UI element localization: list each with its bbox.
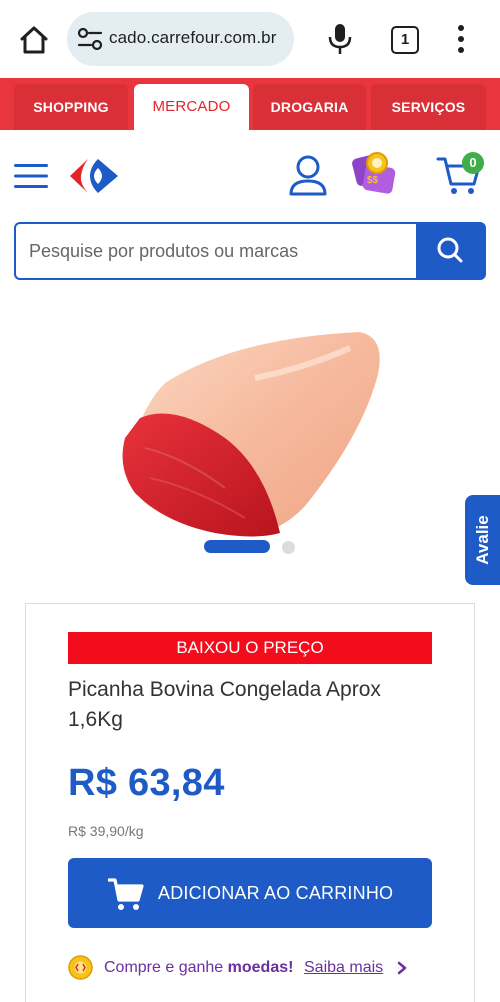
learn-more-link[interactable]: Saiba mais bbox=[304, 959, 383, 977]
carrefour-logo[interactable] bbox=[68, 157, 120, 195]
search-icon bbox=[437, 237, 463, 263]
coins-promo-prefix: Compre e ganhe bbox=[104, 959, 228, 976]
feedback-tab[interactable]: Avalie bbox=[465, 495, 500, 585]
user-icon[interactable] bbox=[288, 154, 328, 196]
url-text: cado.carrefour.com.br bbox=[109, 28, 277, 47]
home-icon[interactable] bbox=[16, 22, 52, 58]
product-price: R$ 63,84 bbox=[68, 762, 225, 804]
coin-icon bbox=[68, 955, 93, 980]
search-input[interactable] bbox=[14, 222, 418, 280]
mic-icon[interactable] bbox=[326, 22, 354, 56]
hamburger-icon[interactable] bbox=[14, 163, 48, 189]
promo-badge: BAIXOU O PREÇO bbox=[68, 632, 432, 664]
price-per-kg: R$ 39,90/kg bbox=[68, 823, 144, 839]
chevron-right-icon[interactable] bbox=[396, 961, 408, 975]
coins-promo: Compre e ganhe moedas! Saiba mais bbox=[68, 955, 448, 981]
coins-promo-bold: moedas! bbox=[227, 959, 294, 976]
feedback-tab-label: Avalie bbox=[473, 515, 492, 565]
tabs-icon[interactable]: 1 bbox=[391, 26, 419, 54]
svg-text:$$: $$ bbox=[367, 175, 379, 186]
coins-icon[interactable]: $$ bbox=[352, 150, 398, 196]
carousel-dot[interactable] bbox=[282, 541, 295, 554]
add-to-cart-button[interactable]: ADICIONAR AO CARRINHO bbox=[68, 858, 432, 928]
product-image[interactable] bbox=[105, 318, 395, 548]
search-button[interactable] bbox=[416, 222, 486, 280]
tab-mercado[interactable]: MERCADO bbox=[134, 84, 249, 130]
category-tabs: SHOPPING MERCADO DROGARIA SERVIÇOS bbox=[0, 78, 500, 130]
tab-shopping[interactable]: SHOPPING bbox=[14, 84, 128, 130]
tune-icon[interactable] bbox=[77, 27, 103, 51]
site-header: $$ bbox=[0, 130, 500, 220]
tab-drogaria[interactable]: DROGARIA bbox=[253, 84, 366, 130]
product-title: Picanha Bovina Congelada Aprox 1,6Kg bbox=[68, 678, 381, 731]
coins-promo-text: Compre e ganhe moedas! bbox=[104, 959, 293, 977]
tab-servicos[interactable]: SERVIÇOS bbox=[371, 84, 486, 130]
more-vert-icon[interactable] bbox=[450, 22, 472, 56]
cart-add-icon bbox=[108, 878, 144, 910]
cart-count-badge: 0 bbox=[462, 152, 484, 174]
carousel-dot-active[interactable] bbox=[204, 540, 270, 553]
browser-toolbar: cado.carrefour.com.br 1 bbox=[0, 0, 500, 78]
add-to-cart-label: ADICIONAR AO CARRINHO bbox=[158, 883, 394, 903]
address-bar[interactable]: cado.carrefour.com.br bbox=[67, 12, 294, 66]
